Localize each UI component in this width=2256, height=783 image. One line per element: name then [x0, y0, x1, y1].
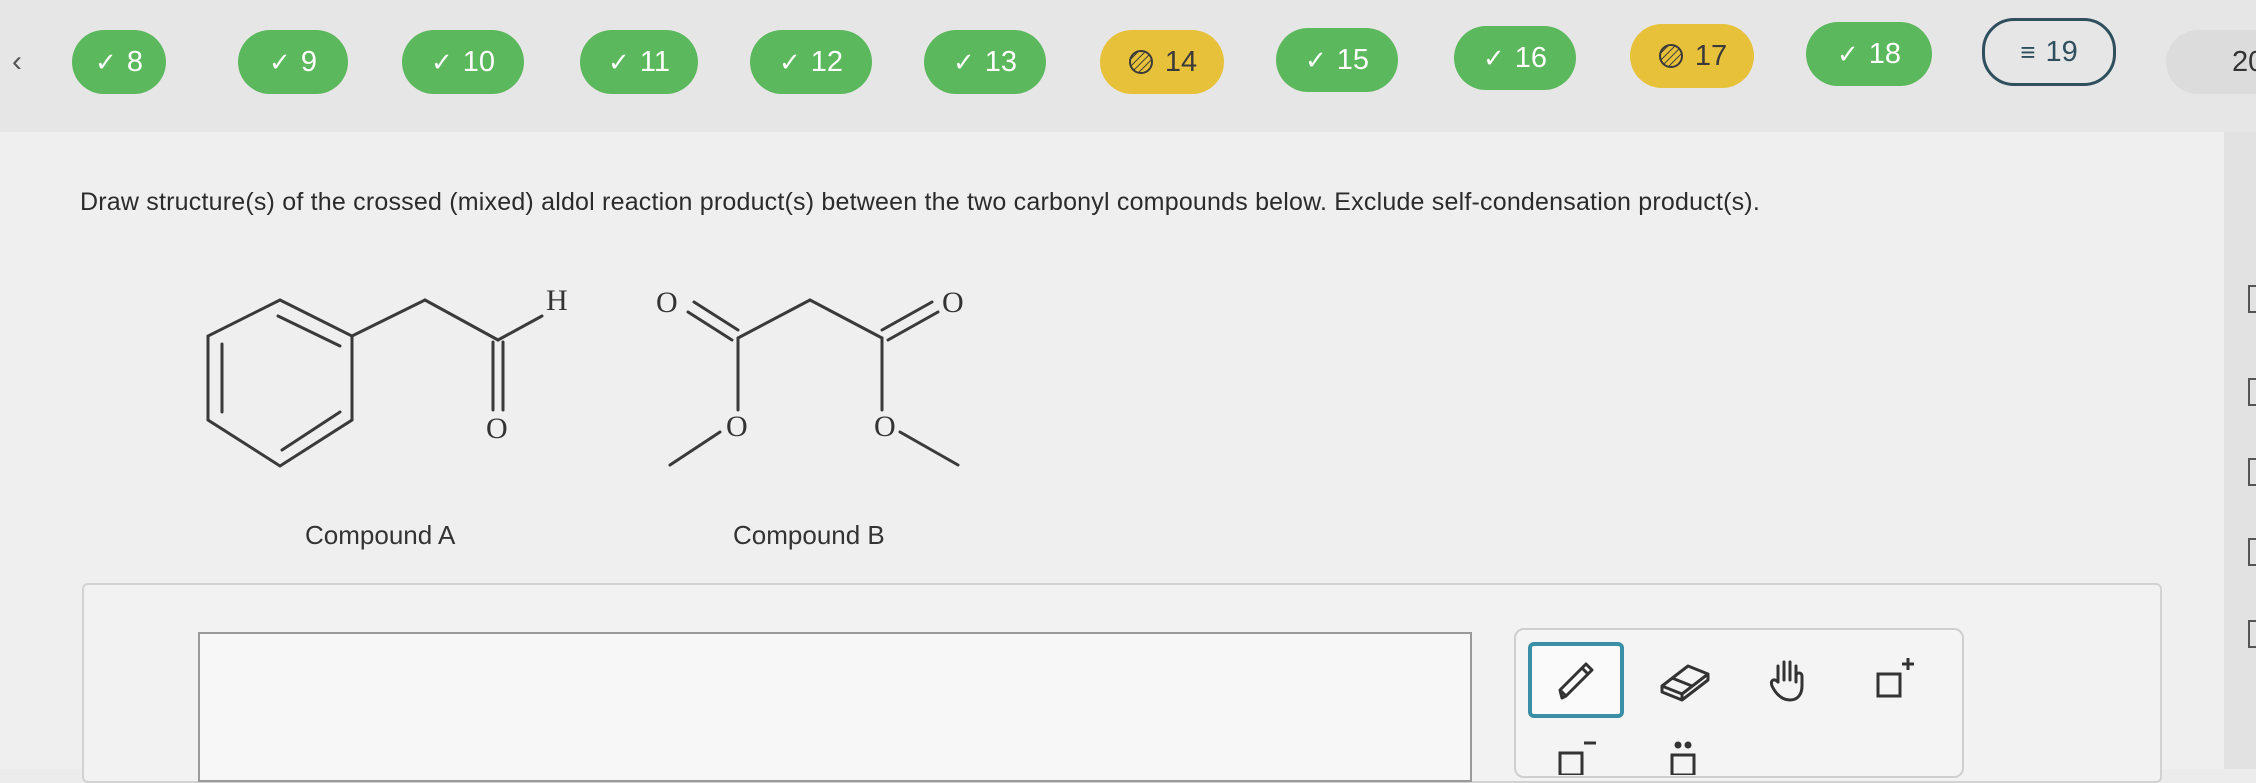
- check-icon: ✓: [778, 46, 801, 77]
- bracket-icon: [2248, 620, 2256, 648]
- question-17-button[interactable]: 17: [1630, 24, 1754, 88]
- bracket-icon: [2248, 458, 2256, 486]
- question-12-button[interactable]: ✓ 12: [750, 30, 872, 94]
- bracket-icon: [2248, 285, 2256, 313]
- check-icon: ✓: [952, 46, 975, 77]
- negative-charge-box-icon: [1558, 741, 1596, 775]
- question-number: 18: [1868, 37, 1902, 70]
- check-icon: ✓: [608, 46, 630, 77]
- hand-tool-button[interactable]: [1742, 642, 1838, 718]
- question-14-button[interactable]: 14: [1100, 30, 1224, 94]
- back-chevron-icon[interactable]: ‹: [12, 44, 36, 80]
- pencil-tool-button[interactable]: [1528, 642, 1624, 718]
- charge-tool-button[interactable]: [1528, 730, 1624, 776]
- bracket-icon: [2248, 378, 2256, 406]
- partial-credit-icon: [1657, 42, 1685, 70]
- atom-o-label: O: [726, 410, 748, 443]
- partial-credit-icon: [1127, 48, 1155, 76]
- lone-pair-tool-button[interactable]: [1636, 730, 1732, 776]
- question-number: 12: [810, 45, 844, 78]
- right-side-panel: [2224, 132, 2256, 769]
- lone-pair-box-icon: [1670, 741, 1696, 775]
- compound-a-label: Compound A: [305, 520, 456, 550]
- question-nav-bar: ‹ ✓ 8 ✓ 9 ✓ 10 ✓ 11 ✓ 12 ✓ 13 14 ✓ 15 ✓ …: [0, 0, 2256, 132]
- atom-o-label: O: [942, 286, 964, 319]
- question-number: 15: [1336, 43, 1370, 76]
- question-number: 19: [2045, 35, 2078, 68]
- question-11-button[interactable]: ✓ 11: [580, 30, 698, 94]
- eraser-icon: [1660, 664, 1710, 702]
- question-number: 17: [1694, 39, 1728, 72]
- atom-o-label: O: [656, 286, 678, 319]
- question-prompt: Draw structure(s) of the crossed (mixed)…: [80, 188, 1760, 216]
- check-icon: ✓: [1482, 42, 1505, 73]
- check-icon: ✓: [430, 46, 453, 77]
- check-icon: ✓: [1836, 38, 1859, 69]
- question-19-button[interactable]: ≡ 19: [1982, 18, 2116, 86]
- question-number: 14: [1164, 45, 1198, 78]
- bracket-icon: [2248, 538, 2256, 566]
- atom-o-label: O: [486, 412, 508, 445]
- compound-b-label: Compound B: [733, 520, 885, 550]
- drawing-toolbox: [1514, 628, 1964, 778]
- question-8-button[interactable]: ✓ 8: [72, 30, 166, 94]
- question-10-button[interactable]: ✓ 10: [402, 30, 524, 94]
- compound-a-structure: H O: [206, 284, 568, 468]
- question-16-button[interactable]: ✓ 16: [1454, 26, 1576, 90]
- question-number: 8: [126, 45, 143, 78]
- hand-icon: [1770, 660, 1804, 702]
- question-number: 16: [1514, 41, 1548, 74]
- question-number: 10: [462, 45, 496, 78]
- question-20-button[interactable]: 20: [2166, 30, 2256, 94]
- question-15-button[interactable]: ✓ 15: [1276, 28, 1398, 92]
- add-box-tool-button[interactable]: [1848, 642, 1944, 718]
- question-number: 20: [2232, 45, 2256, 78]
- check-icon: ✓: [1304, 44, 1327, 75]
- eraser-tool-button[interactable]: [1636, 642, 1732, 718]
- check-icon: ✓: [269, 46, 291, 77]
- question-13-button[interactable]: ✓ 13: [924, 30, 1046, 94]
- atom-h-label: H: [546, 284, 568, 317]
- drawing-canvas[interactable]: [198, 632, 1472, 782]
- question-number: 9: [300, 45, 317, 78]
- atom-o-label: O: [874, 410, 896, 443]
- question-number: 13: [984, 45, 1018, 78]
- add-box-icon: [1876, 658, 1914, 698]
- compound-b-structure: O O O O: [656, 286, 964, 467]
- check-icon: ✓: [95, 46, 117, 77]
- question-number: 11: [639, 45, 670, 78]
- question-18-button[interactable]: ✓ 18: [1806, 22, 1932, 86]
- list-lines-icon: ≡: [2020, 36, 2036, 67]
- pencil-icon: [1558, 662, 1594, 700]
- question-9-button[interactable]: ✓ 9: [238, 30, 348, 94]
